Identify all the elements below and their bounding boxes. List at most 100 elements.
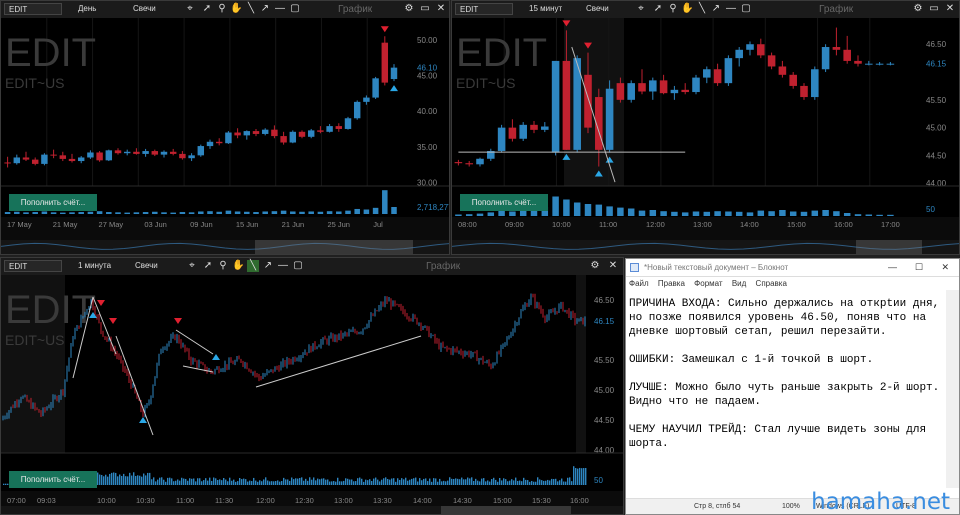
volume-bar <box>469 478 471 485</box>
crosshair-icon[interactable]: ⌖ <box>635 3 647 15</box>
minimize-icon[interactable]: ▭ <box>419 3 431 15</box>
candle-body <box>96 152 103 161</box>
rect-tool-icon[interactable]: ▢ <box>292 260 304 272</box>
volume-bar <box>227 481 229 485</box>
volume-bar <box>811 210 819 216</box>
menu-help[interactable]: Справка <box>756 279 787 288</box>
volume-bar <box>537 477 539 485</box>
minimize-icon[interactable]: ▭ <box>928 3 940 15</box>
candle-body <box>778 66 787 75</box>
cursor-icon[interactable]: ➚ <box>201 3 213 15</box>
time-tick-label: 17 May <box>7 220 32 229</box>
volume-bar <box>211 480 213 485</box>
window-minimize-button[interactable]: — <box>888 259 897 276</box>
cursor-icon[interactable]: ➚ <box>652 3 664 15</box>
notepad-window: *Новый текстовый документ – Блокнот — ☐ … <box>625 258 960 515</box>
zoom-icon[interactable]: ⚲ <box>217 260 229 272</box>
crosshair-icon[interactable]: ⌖ <box>186 260 198 272</box>
volume-bar <box>179 212 186 214</box>
settings-icon[interactable]: ⚙ <box>403 3 415 15</box>
menu-view[interactable]: Вид <box>732 279 746 288</box>
menu-edit[interactable]: Правка <box>658 279 685 288</box>
chart-style-select[interactable]: Свечи <box>131 260 181 272</box>
timeframe-select[interactable]: 15 минут <box>525 3 577 15</box>
volume-bar <box>545 480 547 485</box>
arrow-tool-icon[interactable]: ↗ <box>259 3 271 15</box>
volume-bar <box>535 481 537 485</box>
notepad-text-area[interactable]: ПРИЧИНА ВХОДА: Сильно держались на открt… <box>629 297 941 451</box>
hline-tool-icon[interactable]: — <box>725 3 737 15</box>
settings-icon[interactable]: ⚙ <box>589 260 601 272</box>
settings-icon[interactable]: ⚙ <box>912 3 924 15</box>
notepad-scrollbar[interactable] <box>946 290 959 488</box>
hand-icon[interactable]: ✋ <box>681 3 693 15</box>
arrow-tool-icon[interactable]: ↗ <box>262 260 274 272</box>
volume-bar <box>117 476 119 485</box>
chart-canvas[interactable]: EDITEDIT~US 46.50 46.15 45.50 45.00 44.50 44.0… <box>452 18 959 254</box>
volume-bar <box>60 212 66 214</box>
volume-bar <box>262 211 268 214</box>
line-tool-icon[interactable]: ╲ <box>245 3 257 15</box>
candle-body <box>105 150 113 161</box>
timeframe-select[interactable]: 1 минута <box>74 260 126 272</box>
time-tick-label: 10:00 <box>97 496 116 505</box>
candle-body <box>326 126 333 132</box>
crosshair-icon[interactable]: ⌖ <box>184 3 196 15</box>
hand-icon[interactable]: ✋ <box>230 3 242 15</box>
hline-tool-icon[interactable]: — <box>277 260 289 272</box>
arrow-tool-icon[interactable]: ↗ <box>710 3 722 15</box>
volume-bar <box>606 206 613 216</box>
volume-bar <box>271 211 278 214</box>
chart-style-select[interactable]: Свечи <box>582 3 632 15</box>
volume-bar <box>280 210 287 214</box>
chart-style-select[interactable]: Свечи <box>129 3 179 15</box>
volume-bar <box>7 483 9 485</box>
volume-bar <box>579 467 581 485</box>
current-price-label: 46.15 <box>594 317 615 326</box>
candle-body <box>234 132 241 136</box>
volume-bar <box>107 476 109 485</box>
hand-icon[interactable]: ✋ <box>232 260 244 272</box>
volume-bar <box>311 479 313 485</box>
symbol-field[interactable]: EDIT <box>4 260 62 272</box>
line-tool-icon[interactable]: ╲ <box>696 3 708 15</box>
chart-canvas[interactable]: EDITEDIT~US50.0045.0040.0035.0030.0046.1… <box>1 18 449 254</box>
rect-tool-icon[interactable]: ▢ <box>740 3 752 15</box>
volume-bar <box>105 474 107 485</box>
volume-bar <box>129 472 131 485</box>
zoom-icon[interactable]: ⚲ <box>216 3 228 15</box>
candle-body <box>307 130 315 137</box>
window-maximize-button[interactable]: ☐ <box>915 259 923 276</box>
notepad-titlebar[interactable]: *Новый текстовый документ – Блокнот — ☐ … <box>626 259 959 277</box>
volume-bar <box>69 212 75 214</box>
candle-body <box>681 89 689 93</box>
symbol-field[interactable]: EDIT <box>455 3 513 15</box>
volume-bar <box>203 480 205 485</box>
window-close-button[interactable]: ✕ <box>941 259 949 276</box>
watermark: hamaha.net <box>811 489 950 515</box>
menu-file[interactable]: Файл <box>629 279 649 288</box>
hline-tool-icon[interactable]: — <box>274 3 286 15</box>
close-icon[interactable]: ✕ <box>944 3 956 15</box>
volume-bar <box>563 199 570 216</box>
volume-bar <box>417 481 419 485</box>
volume-bar <box>465 214 473 216</box>
volume-bar <box>617 207 624 216</box>
close-icon[interactable]: ✕ <box>435 3 447 15</box>
timeframe-select[interactable]: День <box>74 3 126 15</box>
candle-body <box>454 162 463 164</box>
menu-format[interactable]: Формат <box>694 279 722 288</box>
candle-body <box>344 118 352 129</box>
zoom-icon[interactable]: ⚲ <box>667 3 679 15</box>
cursor-icon[interactable]: ➚ <box>202 260 214 272</box>
volume-bar <box>229 477 231 485</box>
symbol-field[interactable]: EDIT <box>4 3 62 15</box>
volume-bar <box>115 212 121 214</box>
close-icon[interactable]: ✕ <box>607 260 619 272</box>
chart-canvas[interactable]: EDITEDIT~US 46.50 46.15 45.50 45.00 44.50 44.0… <box>1 275 623 514</box>
volume-bar <box>389 479 391 485</box>
volume-bar <box>213 477 215 485</box>
rect-tool-icon[interactable]: ▢ <box>289 3 301 15</box>
time-tick-label: 09:00 <box>505 220 524 229</box>
line-tool-icon[interactable]: ╲ <box>247 260 259 272</box>
